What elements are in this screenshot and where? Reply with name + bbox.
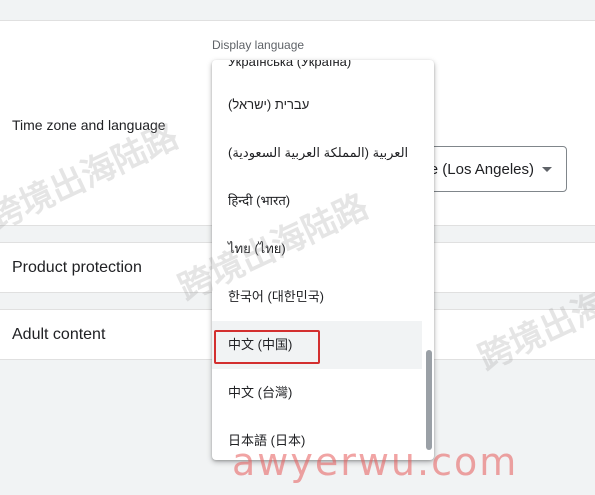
dropdown-arrow-icon (542, 167, 552, 172)
adult-content-label: Adult content (12, 326, 106, 343)
watermark-footer: awyerwu.com (232, 440, 519, 484)
language-option[interactable]: 中文 (台灣) (212, 369, 422, 417)
selection-highlight-box (214, 330, 320, 364)
language-option[interactable]: עברית (ישראל) (212, 81, 422, 129)
language-option[interactable]: العربية (المملكة العربية السعودية) (212, 129, 422, 177)
dropdown-scrollbar[interactable] (426, 350, 432, 450)
display-language-label: Display language (212, 38, 305, 52)
timezone-select-value: ne (Los Angeles) (421, 161, 534, 178)
product-protection-label: Product protection (12, 259, 142, 276)
